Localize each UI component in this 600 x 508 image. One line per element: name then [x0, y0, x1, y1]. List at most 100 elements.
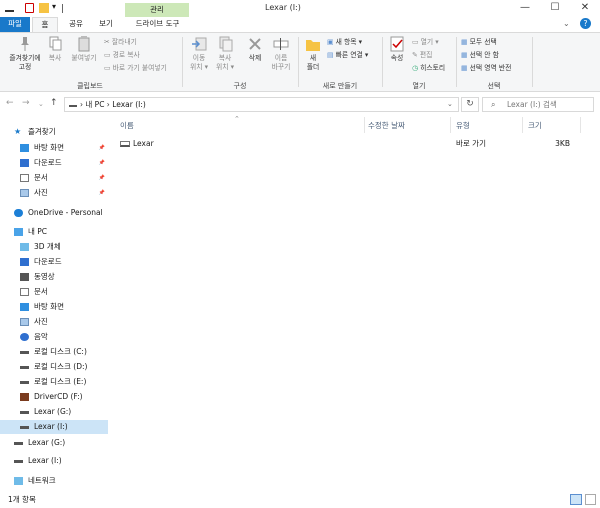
column-divider — [580, 117, 581, 133]
rename-button[interactable]: 이름 바꾸기 — [268, 36, 294, 72]
properties-button[interactable]: 속성 — [386, 36, 408, 63]
new-folder-button[interactable]: 새 폴더 — [302, 36, 324, 72]
file-row[interactable]: Lexar 바로 가기 3KB — [112, 137, 600, 151]
nav-item[interactable]: 문서 📌 — [0, 171, 108, 185]
search-placeholder: Lexar (I:) 검색 — [507, 100, 557, 109]
select-all-button[interactable]: ▦ 모두 선택 — [461, 38, 497, 47]
nav-item-label: DriverCD (F:) — [34, 392, 83, 401]
nav-item[interactable]: 내 PC — [0, 225, 108, 239]
copy-button[interactable]: 복사 — [44, 36, 66, 63]
nav-item[interactable]: Lexar (G:) — [0, 405, 108, 419]
move-to-icon — [192, 37, 207, 51]
minimize-button[interactable]: — — [510, 0, 540, 17]
nav-item[interactable]: 사진 📌 — [0, 186, 108, 200]
move-to-button[interactable]: 이동 위치 ▾ — [187, 36, 211, 72]
ribbon-separator — [532, 37, 533, 87]
new-item-button[interactable]: ▣ 새 항목 ▾ — [327, 38, 362, 47]
ribbon-separator — [182, 37, 183, 87]
column-name[interactable]: 이름 — [120, 120, 134, 131]
maximize-button[interactable]: ☐ — [540, 0, 570, 17]
delete-button[interactable]: 삭제 — [244, 36, 266, 63]
copy-path-button[interactable]: ▭ 경로 복사 — [104, 51, 140, 60]
group-open: 열기 — [412, 82, 426, 90]
forward-arrow-icon[interactable]: → — [22, 98, 30, 108]
tab-home[interactable]: 홈 — [32, 17, 58, 32]
help-icon[interactable]: ? — [580, 18, 591, 29]
customize-quick-access-icon[interactable]: ▾ — [52, 2, 56, 11]
back-arrow-icon[interactable]: ← — [6, 98, 14, 108]
open-label: 열기 ▾ — [420, 38, 439, 46]
tab-share[interactable]: 공유 — [62, 17, 90, 32]
edit-button[interactable]: ✎ 편집 — [412, 51, 432, 60]
nav-item[interactable]: ★ 즐겨찾기 — [0, 125, 108, 139]
paste-shortcut-button[interactable]: ▭ 바로 가기 붙여넣기 — [104, 64, 167, 73]
chevron-down-icon[interactable]: ⌄ — [563, 19, 570, 28]
nav-item-label: Lexar (I:) — [28, 456, 62, 465]
address-bar[interactable]: › 내 PC › Lexar (I:) — [64, 97, 459, 112]
drive-icon — [69, 102, 77, 107]
easy-access-button[interactable]: ▤ 빠른 연결 ▾ — [327, 51, 368, 60]
history-button[interactable]: ◷ 히스토리 — [412, 64, 445, 73]
nav-item[interactable]: 로컬 디스크 (C:) — [0, 345, 108, 359]
large-icons-view-icon[interactable] — [585, 494, 596, 505]
close-button[interactable]: ✕ — [570, 0, 600, 17]
cut-button[interactable]: ✂ 잘라내기 — [104, 38, 137, 47]
nav-item-label: 다운로드 — [34, 158, 62, 167]
new-folder-quick-icon[interactable] — [39, 3, 49, 13]
pin-quick-access-button[interactable]: 즐겨찾기에 고정 — [5, 36, 45, 72]
select-none-button[interactable]: ▦ 선택 안 함 — [461, 51, 499, 60]
context-tab-manage[interactable]: 관리 — [125, 3, 189, 17]
copy-to-button[interactable]: 복사 위치 ▾ — [213, 36, 237, 72]
paste-icon — [78, 36, 90, 52]
drive-icon — [20, 408, 29, 414]
nav-item[interactable]: 로컬 디스크 (E:) — [0, 375, 108, 389]
nav-item[interactable]: 네트워크 — [0, 474, 108, 488]
invert-selection-button[interactable]: ▦ 선택 영역 반전 — [461, 64, 511, 73]
nav-item[interactable]: 음악 — [0, 330, 108, 344]
edit-icon: ✎ — [412, 51, 418, 59]
nav-item[interactable]: DriverCD (F:) — [0, 390, 108, 404]
nav-item-label: 문서 — [34, 173, 48, 182]
pin-label-1: 즐겨찾기에 — [9, 54, 41, 62]
nav-item-label: 로컬 디스크 (C:) — [34, 347, 87, 356]
nav-item[interactable]: 로컬 디스크 (D:) — [0, 360, 108, 374]
nav-item[interactable]: 3D 개체 — [0, 240, 108, 254]
nav-item-label: 문서 — [34, 287, 48, 296]
invert-selection-icon: ▦ — [461, 64, 468, 72]
ribbon-separator — [456, 37, 457, 87]
pin-icon: 📌 — [98, 175, 105, 181]
column-modified[interactable]: 수정한 날짜 — [368, 120, 405, 131]
address-dropdown-icon[interactable]: ⌄ — [447, 100, 453, 108]
nav-item[interactable]: Lexar (I:) — [0, 454, 108, 468]
file-type: 바로 가기 — [456, 139, 486, 148]
rename-label-2: 바꾸기 — [271, 63, 291, 71]
nav-item[interactable]: 다운로드 — [0, 255, 108, 269]
nav-item[interactable]: 동영상 — [0, 270, 108, 284]
tab-view[interactable]: 보기 — [92, 17, 120, 32]
refresh-button[interactable]: ↻ — [461, 97, 479, 112]
nav-item[interactable]: 문서 — [0, 285, 108, 299]
column-size[interactable]: 크기 — [528, 120, 542, 131]
nav-item[interactable]: 다운로드 📌 — [0, 156, 108, 170]
search-input[interactable]: ⌕ Lexar (I:) 검색 — [482, 97, 594, 112]
details-view-icon[interactable] — [570, 494, 582, 505]
nav-item[interactable]: 바탕 화면 📌 — [0, 141, 108, 155]
column-type[interactable]: 유형 — [456, 120, 470, 131]
drive-icon — [20, 423, 29, 429]
video-icon — [20, 273, 29, 281]
nav-item[interactable]: 바탕 화면 — [0, 300, 108, 314]
tab-drive-tools[interactable]: 드라이브 도구 — [126, 17, 189, 32]
nav-item[interactable]: Lexar (G:) — [0, 436, 108, 450]
nav-item[interactable]: OneDrive - Personal — [0, 206, 108, 220]
nav-item[interactable]: Lexar (I:) — [0, 420, 108, 434]
recent-locations-icon[interactable]: ⌄ — [38, 100, 44, 108]
easy-access-label: 빠른 연결 ▾ — [335, 51, 369, 59]
tab-file[interactable]: 파일 — [0, 17, 30, 32]
nav-item-label: 다운로드 — [34, 257, 62, 266]
open-button[interactable]: ▭ 열기 ▾ — [412, 38, 439, 47]
pictures-icon — [20, 318, 29, 326]
properties-quick-icon[interactable] — [25, 3, 34, 13]
up-arrow-icon[interactable]: ↑ — [50, 98, 58, 108]
paste-button[interactable]: 붙여넣기 — [68, 36, 100, 63]
nav-item[interactable]: 사진 — [0, 315, 108, 329]
